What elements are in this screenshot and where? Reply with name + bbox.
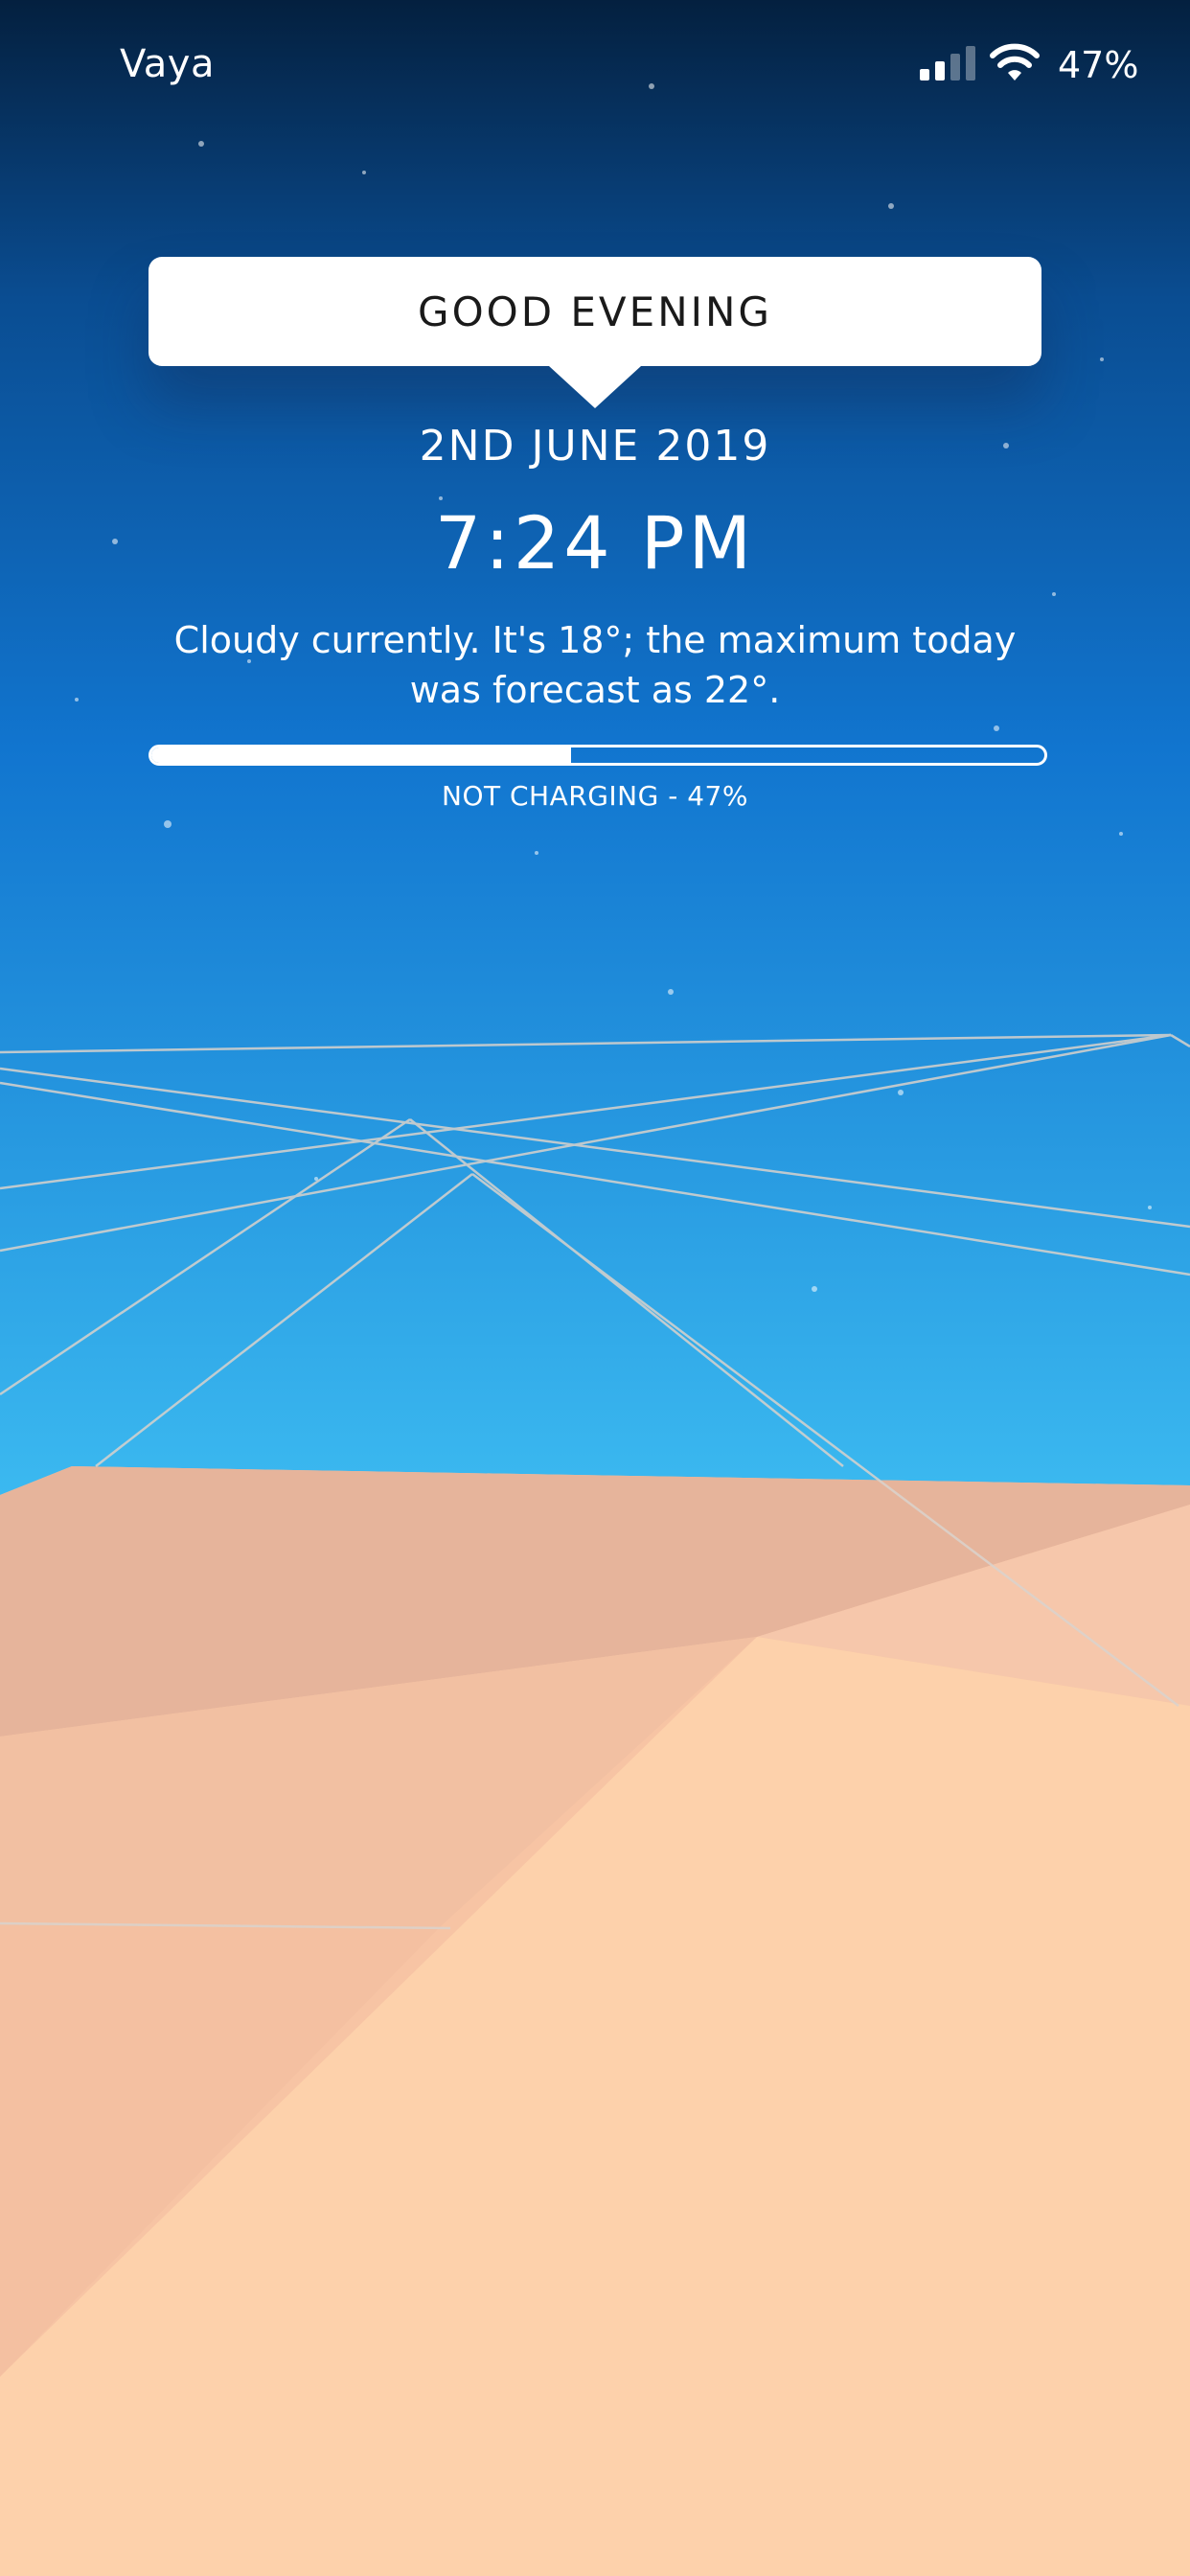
time-label: 7:24 PM: [434, 500, 756, 586]
carrier-name: Vaya: [120, 42, 215, 86]
greeting-card: GOOD EVENING: [149, 257, 1041, 366]
battery-percentage: 47%: [1058, 44, 1139, 86]
weather-summary: Cloudy currently. It's 18°; the maximum …: [173, 619, 1017, 711]
greeting-text: GOOD EVENING: [418, 288, 772, 335]
status-bar: Vaya 47%: [0, 0, 1190, 134]
date-label: 2ND JUNE 2019: [419, 422, 771, 471]
charging-status: NOT CHARGING - 47%: [442, 780, 748, 812]
greeting-pointer: [549, 366, 641, 408]
battery-progress-bar: [149, 745, 1047, 766]
cellular-signal-icon: [920, 46, 975, 80]
battery-progress-fill: [151, 748, 572, 763]
wifi-icon: [990, 43, 1040, 80]
